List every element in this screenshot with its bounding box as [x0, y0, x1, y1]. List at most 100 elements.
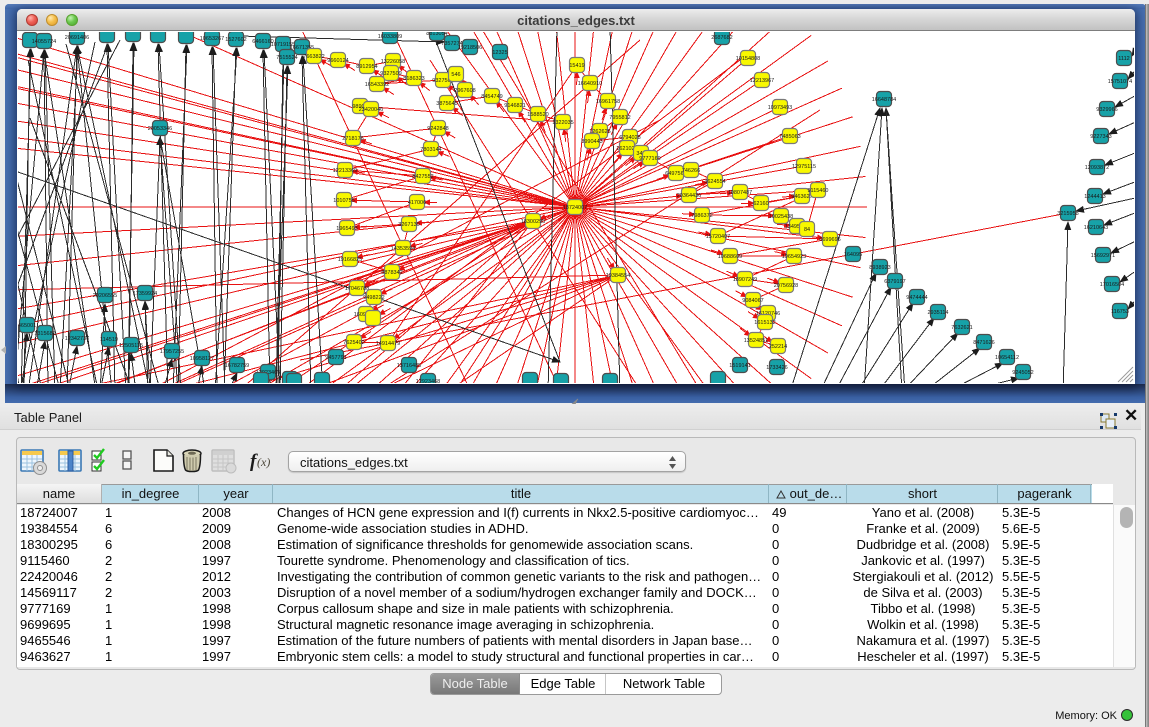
svg-text:7485063: 7485063 [779, 134, 800, 140]
svg-text:1244413: 1244413 [1084, 194, 1105, 200]
svg-text:9777169: 9777169 [639, 156, 660, 162]
svg-text:18724007: 18724007 [563, 205, 587, 211]
svg-text:16648784: 16648784 [872, 97, 896, 103]
svg-text:9115460: 9115460 [807, 188, 828, 194]
svg-text:2967608: 2967608 [454, 88, 475, 94]
svg-text:12342737: 12342737 [65, 336, 89, 342]
svg-text:9463627: 9463627 [791, 194, 812, 200]
svg-text:1965493: 1965493 [336, 226, 357, 232]
svg-text:16961758: 16961758 [596, 99, 620, 105]
svg-text:9660124: 9660124 [327, 58, 348, 64]
svg-text:2718176: 2718176 [342, 136, 363, 142]
svg-text:12093872: 12093872 [1085, 165, 1109, 171]
svg-text:7632621: 7632621 [951, 325, 972, 331]
svg-text:12505115: 12505115 [119, 343, 143, 349]
svg-text:10688609: 10688609 [718, 254, 742, 260]
svg-text:16210643: 16210643 [1084, 225, 1108, 231]
svg-text:8813054: 8813054 [426, 32, 447, 37]
svg-text:116753: 116753 [1111, 309, 1129, 315]
svg-text:(x): (x) [257, 455, 270, 469]
svg-text:20691406: 20691406 [65, 35, 89, 41]
svg-text:12975115: 12975115 [792, 164, 816, 170]
svg-text:10154808: 10154808 [736, 56, 760, 62]
svg-text:62160: 62160 [753, 201, 768, 207]
svg-text:465001: 465001 [18, 323, 36, 329]
svg-text:16782759: 16782759 [225, 363, 249, 369]
svg-text:9084067: 9084067 [742, 298, 763, 304]
svg-text:8912954: 8912954 [356, 64, 377, 70]
svg-text:1519141: 1519141 [729, 363, 750, 369]
svg-text:1010755: 1010755 [333, 198, 354, 204]
svg-text:7955812: 7955812 [609, 115, 630, 121]
svg-text:7803144: 7803144 [420, 147, 441, 153]
svg-text:746266: 746266 [682, 168, 700, 174]
svg-text:8878342: 8878342 [381, 270, 402, 276]
svg-text:3875645: 3875645 [436, 101, 457, 107]
svg-text:13226058: 13226058 [381, 59, 405, 65]
svg-text:7515524: 7515524 [276, 55, 297, 61]
svg-text:15692971: 15692971 [1091, 253, 1115, 259]
svg-text:8186323: 8186323 [403, 76, 424, 82]
svg-text:7986372: 7986372 [691, 213, 712, 219]
svg-text:9245052: 9245052 [1012, 370, 1033, 376]
svg-text:1112: 1112 [1118, 56, 1129, 62]
svg-text:19384554: 19384554 [606, 273, 630, 279]
svg-text:20206555: 20206555 [93, 293, 117, 299]
svg-text:15751074: 15751074 [1108, 79, 1132, 85]
svg-text:9227343: 9227343 [1090, 134, 1111, 140]
svg-text:12213369: 12213369 [333, 168, 357, 174]
svg-text:14353594: 14353594 [391, 246, 415, 252]
svg-text:1733426: 1733426 [766, 365, 787, 371]
svg-text:8990443: 8990443 [581, 139, 602, 145]
svg-text:1315682: 1315682 [34, 331, 55, 337]
svg-text:10025438: 10025438 [769, 214, 793, 220]
svg-text:84: 84 [804, 227, 810, 233]
svg-text:14914479: 14914479 [376, 341, 400, 347]
svg-text:10653267: 10653267 [200, 36, 224, 42]
svg-text:7663822: 7663822 [303, 54, 324, 60]
svg-text:10973493: 10973493 [768, 105, 792, 111]
svg-text:1615132: 1615132 [754, 320, 775, 326]
svg-text:14055724: 14055724 [32, 39, 56, 45]
svg-text:417006: 417006 [408, 200, 426, 206]
svg-text:17016504: 17016504 [1100, 282, 1124, 288]
svg-text:3215958: 3215958 [1057, 211, 1078, 217]
svg-text:1322035: 1322035 [552, 120, 573, 126]
svg-text:23420046: 23420046 [359, 107, 383, 113]
svg-text:10958127: 10958127 [190, 356, 214, 362]
svg-text:252214: 252214 [769, 344, 787, 350]
svg-text:10654112: 10654112 [995, 355, 1019, 361]
svg-text:1527602: 1527602 [225, 37, 246, 43]
svg-text:2687682: 2687682 [711, 35, 732, 41]
svg-text:9498222: 9498222 [363, 295, 384, 301]
svg-text:12923468: 12923468 [416, 379, 440, 383]
svg-text:114519: 114519 [100, 337, 118, 343]
svg-text:546: 546 [451, 72, 460, 78]
svg-text:13524851: 13524851 [744, 338, 768, 344]
svg-text:3624554: 3624554 [704, 179, 725, 185]
svg-text:16033809: 16033809 [378, 34, 402, 40]
svg-text:16640910: 16640910 [578, 81, 602, 87]
svg-text:164095: 164095 [844, 252, 862, 258]
svg-text:8938923: 8938923 [869, 265, 890, 271]
svg-text:9474444: 9474444 [906, 295, 927, 301]
svg-text:3267130: 3267130 [398, 222, 419, 228]
svg-text:18300295: 18300295 [521, 219, 545, 225]
svg-text:9329966: 9329966 [1096, 107, 1117, 113]
svg-text:6699695: 6699695 [819, 237, 840, 243]
svg-text:8427552: 8427552 [412, 174, 433, 180]
svg-text:9457791: 9457791 [325, 355, 346, 361]
svg-text:17046788: 17046788 [345, 286, 369, 292]
svg-text:2935114: 2935114 [927, 310, 948, 316]
svg-text:17957255: 17957255 [160, 349, 184, 355]
svg-text:9146821: 9146821 [504, 103, 525, 109]
svg-text:9242848: 9242848 [427, 126, 448, 132]
svg-text:13716485: 13716485 [397, 363, 421, 369]
svg-text:7625402: 7625402 [343, 340, 364, 346]
svg-text:20364436: 20364436 [677, 193, 701, 199]
svg-text:18907249: 18907249 [733, 277, 757, 283]
svg-text:12325: 12325 [492, 50, 507, 56]
svg-text:17359924: 17359924 [133, 291, 157, 297]
svg-text:39151: 39151 [18, 329, 19, 335]
svg-text:19218506: 19218506 [458, 45, 482, 51]
